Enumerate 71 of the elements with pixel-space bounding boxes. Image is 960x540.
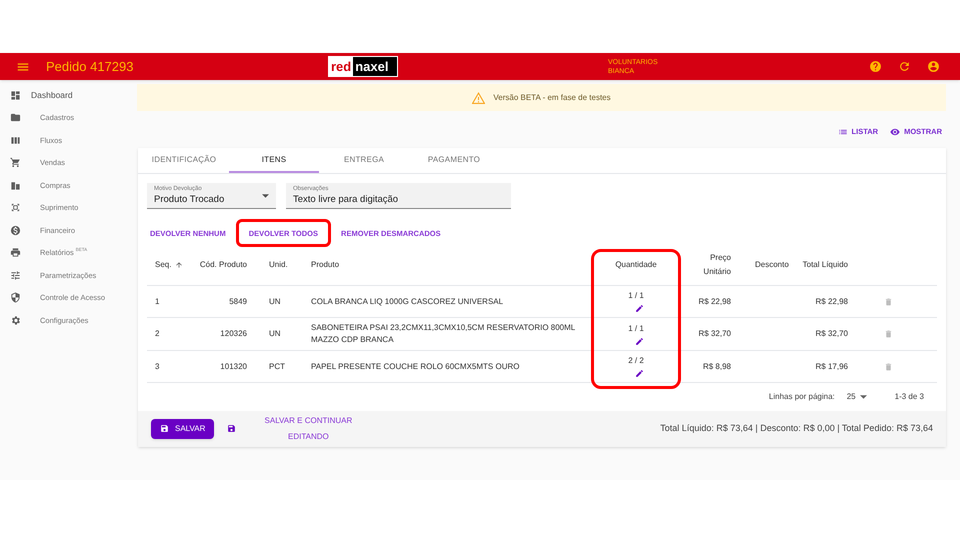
table-cell: 1 (147, 285, 191, 318)
save-icon (160, 424, 169, 434)
refresh-icon[interactable] (898, 60, 911, 73)
table-cell: 2 (147, 318, 191, 350)
tab[interactable]: PAGAMENTO (409, 148, 499, 174)
sidebar-item[interactable]: Dashboard (31, 88, 73, 102)
table-cell: COLA BRANCA LIQ 1000G CASCOREZ UNIVERSAL (311, 285, 591, 318)
table-cell: PAPEL PRESENTE COUCHE ROLO 60CMX5MTS OURO (311, 350, 591, 383)
edit-icon[interactable] (634, 304, 644, 314)
dollar-icon (10, 224, 21, 236)
help-icon[interactable] (869, 60, 882, 73)
table-cell: SABONETEIRA PSAI 23,2CMX11,3CMX10,5CM RESERVATORIO 800ML MAZZO CDP BRANCA (311, 318, 591, 350)
table-cell: R$ 32,70 (681, 318, 731, 350)
column-header[interactable]: Desconto (755, 258, 789, 272)
rows-per-page-select[interactable]: 25 (846, 391, 867, 404)
save-continue-button[interactable]: SALVAR E CONTINUAR EDITANDO (258, 412, 358, 445)
table-cell: 120326 (191, 318, 247, 350)
table-cell: R$ 22,98 (681, 285, 731, 318)
column-header[interactable]: Produto (311, 258, 340, 272)
page-range: 1-3 de 3 (894, 391, 924, 404)
gear-icon (10, 314, 21, 326)
logo: red naxel (328, 56, 398, 77)
list-icon (838, 127, 848, 137)
banner-text: Versão BETA - em fase de testes (493, 92, 611, 104)
edit-icon[interactable] (634, 369, 644, 378)
edit-icon[interactable] (634, 336, 644, 346)
save-icon[interactable] (227, 424, 236, 434)
table-cell: 3 (147, 350, 191, 383)
quantity-text: 2 / 2 (628, 355, 644, 368)
eye-icon (890, 127, 900, 137)
caret-icon (860, 395, 867, 400)
sliders-icon (10, 270, 21, 281)
column-header[interactable]: Unid. (269, 258, 288, 272)
table-cell: UN (247, 285, 311, 318)
trash-icon[interactable] (884, 329, 893, 340)
cart-icon (10, 157, 21, 168)
account-icon[interactable] (927, 60, 940, 73)
columns-icon (10, 134, 21, 146)
tab[interactable]: ENTREGA (319, 148, 409, 174)
printer-icon (10, 247, 21, 258)
table-cell: 5849 (191, 285, 247, 318)
order-totals: Total Líquido: R$ 73,64 | Desconto: R$ 0,00 | Total Pedido: R$ 73,64 (660, 422, 933, 436)
table-cell: R$ 22,98 (801, 285, 848, 318)
rows-per-page-label: Linhas por página: (768, 391, 835, 404)
caret-icon (262, 194, 269, 198)
shield-icon (10, 292, 21, 304)
dashboard-icon (10, 90, 21, 101)
table-cell: PCT (247, 350, 311, 383)
table-cell: R$ 32,70 (801, 318, 848, 350)
column-header[interactable]: Cód. Produto (200, 258, 247, 272)
sort-arrow-icon (175, 261, 184, 270)
table-cell: 101320 (191, 350, 247, 383)
table-cell: R$ 8,98 (681, 350, 731, 383)
tab[interactable]: IDENTIFICAÇÃO (139, 148, 229, 174)
building-icon (10, 180, 21, 191)
column-header[interactable]: Preço Unitário (681, 251, 731, 280)
page-title: Pedido 417293 (46, 58, 134, 76)
column-header[interactable]: Quantidade (615, 258, 657, 272)
folder-icon (10, 112, 21, 124)
column-header[interactable]: Total Líquido (802, 258, 848, 272)
frame-icon (10, 202, 21, 214)
quantity-text: 1 / 1 (628, 322, 644, 335)
save-button[interactable]: SALVAR (151, 418, 214, 439)
quantity-text: 1 / 1 (628, 290, 644, 302)
tab[interactable]: ITENS (229, 148, 319, 174)
warning-icon (472, 92, 486, 104)
column-header[interactable]: Seq. (155, 258, 184, 272)
table-cell: UN (247, 318, 311, 350)
trash-icon[interactable] (884, 296, 893, 307)
trash-icon[interactable] (884, 362, 893, 372)
table-cell: R$ 17,96 (801, 350, 848, 383)
